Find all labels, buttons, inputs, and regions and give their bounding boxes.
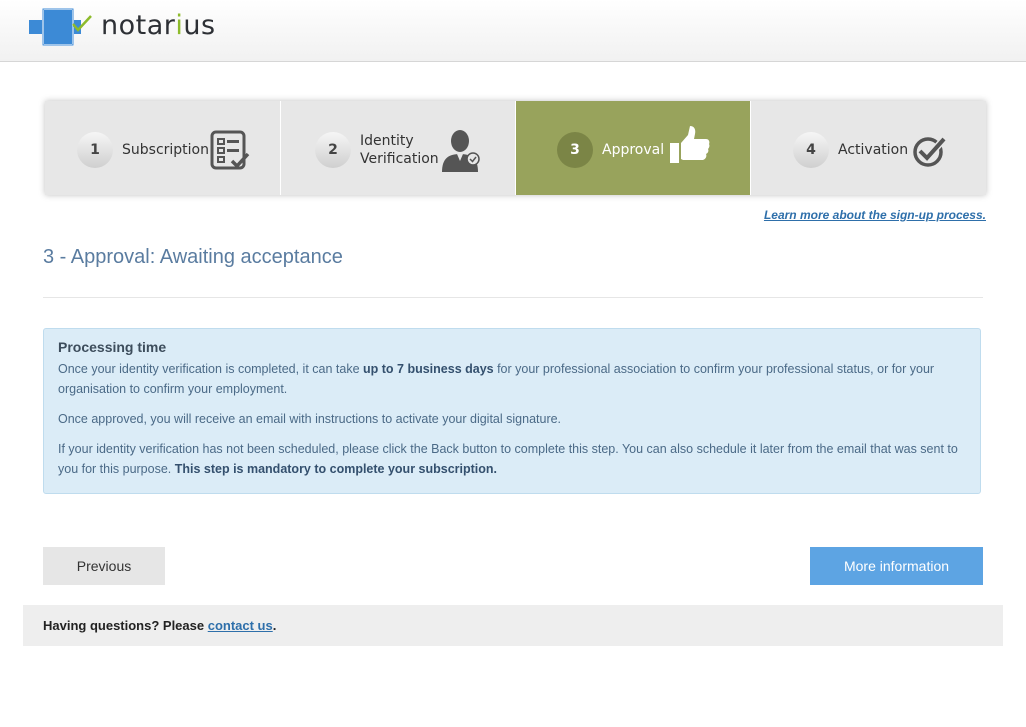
notarius-logo[interactable]: notarius: [29, 7, 216, 47]
previous-button[interactable]: Previous: [43, 547, 165, 585]
user-verified-icon: [441, 128, 483, 176]
step-label: Activation: [838, 142, 909, 158]
divider: [43, 297, 983, 298]
panel-paragraph-3: If your identity verification has not be…: [58, 442, 958, 476]
logo-mark-icon: [29, 7, 93, 47]
panel-paragraph-2: Once approved, you will receive an email…: [58, 412, 562, 426]
footer-text: Having questions? Please: [43, 618, 208, 633]
step-identity-verification: 2 Identity Verification: [281, 101, 516, 195]
footer-end: .: [272, 618, 277, 633]
logo-wordmark: notarius: [101, 9, 216, 41]
step-subscription: 1 Subscription: [45, 101, 281, 195]
panel-heading: Processing time: [58, 339, 167, 355]
checklist-icon: [210, 130, 250, 174]
contact-us-link[interactable]: contact us: [208, 618, 273, 633]
step-activation: 4 Activation: [751, 101, 986, 195]
step-number: 2: [315, 132, 351, 168]
step-number: 3: [557, 132, 593, 168]
more-information-button[interactable]: More information: [810, 547, 983, 585]
step-label: Approval: [602, 142, 665, 158]
step-label: Identity Verification: [360, 133, 439, 167]
step-number: 1: [77, 132, 113, 168]
processing-time-panel: Processing time Once your identity verif…: [43, 328, 981, 494]
footer: Having questions? Please contact us.: [23, 605, 1003, 646]
check-circle-icon: [911, 133, 947, 173]
thumbs-up-icon: [669, 125, 711, 169]
header: notarius: [0, 0, 1026, 62]
learn-more-link[interactable]: Learn more about the sign-up process.: [764, 208, 986, 222]
step-label: Subscription: [122, 142, 209, 158]
step-number: 4: [793, 132, 829, 168]
page-title: 3 - Approval: Awaiting acceptance: [43, 246, 343, 268]
panel-paragraph-1: Once your identity verification is compl…: [58, 362, 935, 396]
step-approval: 3 Approval: [516, 101, 751, 195]
signup-steps: 1 Subscription 2 Identity Verification 3…: [45, 101, 986, 195]
